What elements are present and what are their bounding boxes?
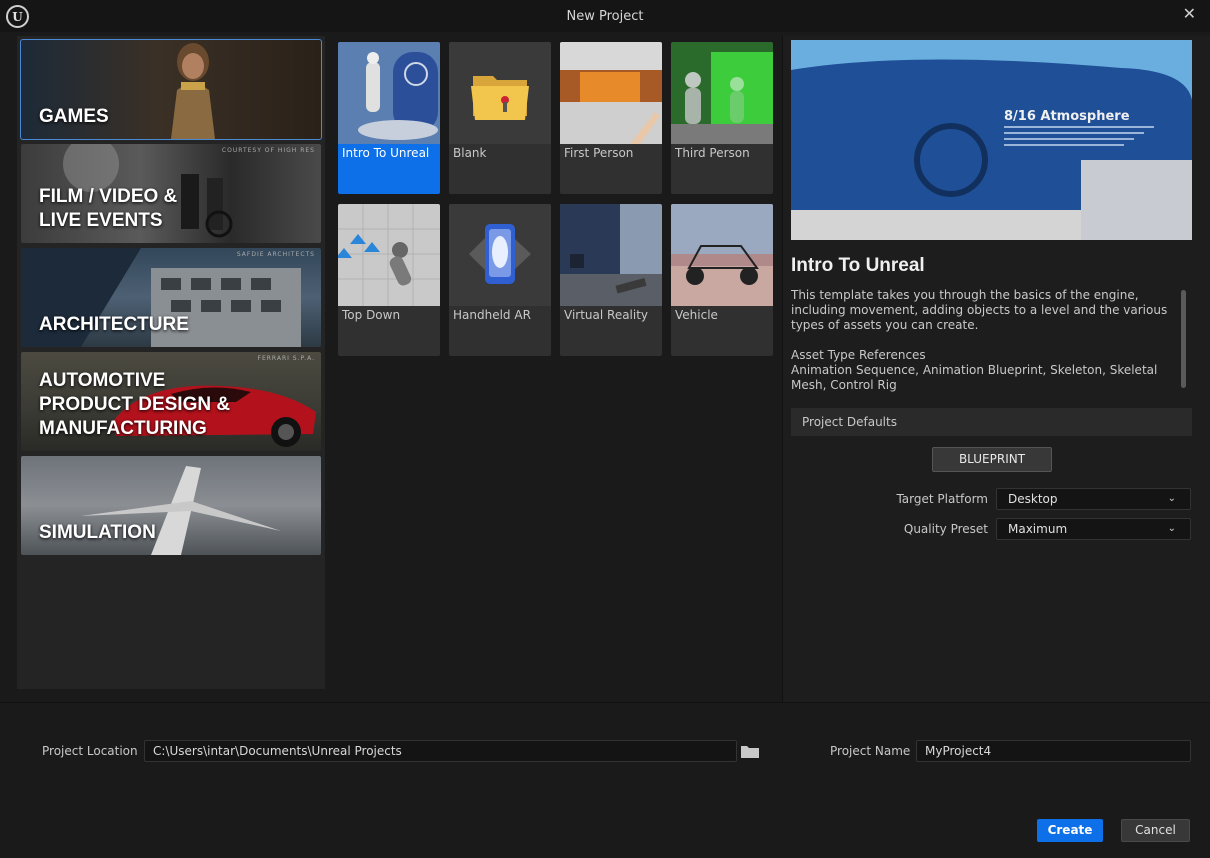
preview-scene: 8/16 Atmosphere [791, 40, 1192, 240]
template-grid: Intro To Unreal Blank First Person Third… [330, 36, 782, 689]
template-label: Third Person [675, 146, 750, 160]
category-film-video[interactable]: COURTESY OF HIGH RES FILM / VIDEO & LIVE… [21, 144, 321, 243]
template-vehicle[interactable]: Vehicle [671, 204, 773, 356]
description-text: This template takes you through the basi… [791, 288, 1168, 332]
target-platform-label: Target Platform [896, 492, 988, 506]
category-label: AUTOMOTIVE PRODUCT DESIGN & MANUFACTURIN… [39, 370, 231, 439]
description-scrollbar[interactable] [1181, 290, 1186, 388]
template-handheld-ar[interactable]: Handheld AR [449, 204, 551, 356]
target-platform-dropdown[interactable]: Desktop ⌄ [996, 488, 1191, 510]
category-games[interactable]: GAMES [20, 39, 322, 140]
project-name-label: Project Name [830, 744, 911, 758]
template-third-person[interactable]: Third Person [671, 42, 773, 194]
asset-refs-list: Animation Sequence, Animation Blueprint,… [791, 363, 1158, 392]
template-label: Blank [453, 146, 487, 160]
quality-preset-dropdown[interactable]: Maximum ⌄ [996, 518, 1191, 540]
category-label: ARCHITECTURE [39, 314, 189, 335]
chevron-down-icon: ⌄ [1167, 523, 1176, 534]
create-button[interactable]: Create [1037, 819, 1103, 842]
asset-refs-heading: Asset Type References [791, 348, 926, 362]
template-virtual-reality[interactable]: Virtual Reality [560, 204, 662, 356]
category-list: GAMES COURTESY OF HIGH RES FILM / VIDEO … [17, 36, 325, 689]
virtual-reality-thumbnail [560, 204, 662, 306]
folder-icon[interactable] [741, 744, 759, 758]
template-label: Top Down [342, 308, 401, 322]
close-icon[interactable]: ✕ [1183, 4, 1196, 23]
template-title: Intro To Unreal [791, 255, 925, 276]
top-down-thumbnail [338, 204, 440, 306]
vehicle-thumbnail [671, 204, 773, 306]
window-title: New Project [566, 9, 644, 24]
preview-heading: 8/16 Atmosphere [1004, 109, 1130, 124]
template-label: Intro To Unreal [342, 146, 430, 160]
title-bar: U New Project ✕ [0, 0, 1210, 32]
project-settings-footer: Project Location C:\Users\intar\Document… [0, 702, 1210, 858]
category-automotive[interactable]: FERRARI S.P.A. AUTOMOTIVE PRODUCT DESIGN… [21, 352, 321, 451]
folder-thumbnail [449, 42, 551, 144]
quality-preset-label: Quality Preset [903, 522, 988, 536]
project-name-field[interactable]: MyProject4 [916, 740, 1191, 762]
category-label: GAMES [39, 106, 109, 127]
handheld-ar-thumbnail [449, 204, 551, 306]
template-label: Handheld AR [453, 308, 531, 322]
template-details: 8/16 Atmosphere Intro To Unreal This tem… [782, 36, 1210, 702]
category-architecture[interactable]: SAFDIE ARCHITECTS ARCHITECTURE [21, 248, 321, 347]
category-credit: FERRARI S.P.A. [257, 355, 315, 362]
template-label: Vehicle [675, 308, 718, 322]
cancel-button[interactable]: Cancel [1121, 819, 1190, 842]
category-label: FILM / VIDEO & LIVE EVENTS [39, 186, 178, 231]
chevron-down-icon: ⌄ [1167, 493, 1176, 504]
first-person-thumbnail [560, 42, 662, 144]
target-platform-value: Desktop [1008, 492, 1058, 506]
category-credit: SAFDIE ARCHITECTS [236, 251, 315, 258]
template-description: This template takes you through the basi… [791, 288, 1175, 404]
third-person-thumbnail [671, 42, 773, 144]
project-location-label: Project Location [42, 744, 138, 758]
template-top-down[interactable]: Top Down [338, 204, 440, 356]
template-preview-image: 8/16 Atmosphere [791, 40, 1192, 240]
quality-preset-value: Maximum [1008, 522, 1068, 536]
template-first-person[interactable]: First Person [560, 42, 662, 194]
intro-thumbnail [338, 42, 440, 144]
category-credit: COURTESY OF HIGH RES [221, 147, 315, 154]
template-label: First Person [564, 146, 634, 160]
blueprint-button[interactable]: BLUEPRINT [932, 447, 1052, 472]
project-location-field[interactable]: C:\Users\intar\Documents\Unreal Projects [144, 740, 737, 762]
new-project-dialog: U New Project ✕ GAMES COURTESY OF HIGH R… [0, 0, 1210, 858]
category-label: SIMULATION [39, 522, 156, 543]
category-simulation[interactable]: SIMULATION [21, 456, 321, 555]
template-intro-to-unreal[interactable]: Intro To Unreal [338, 42, 440, 194]
project-defaults-header: Project Defaults [791, 408, 1192, 436]
template-blank[interactable]: Blank [449, 42, 551, 194]
template-label: Virtual Reality [564, 308, 649, 322]
